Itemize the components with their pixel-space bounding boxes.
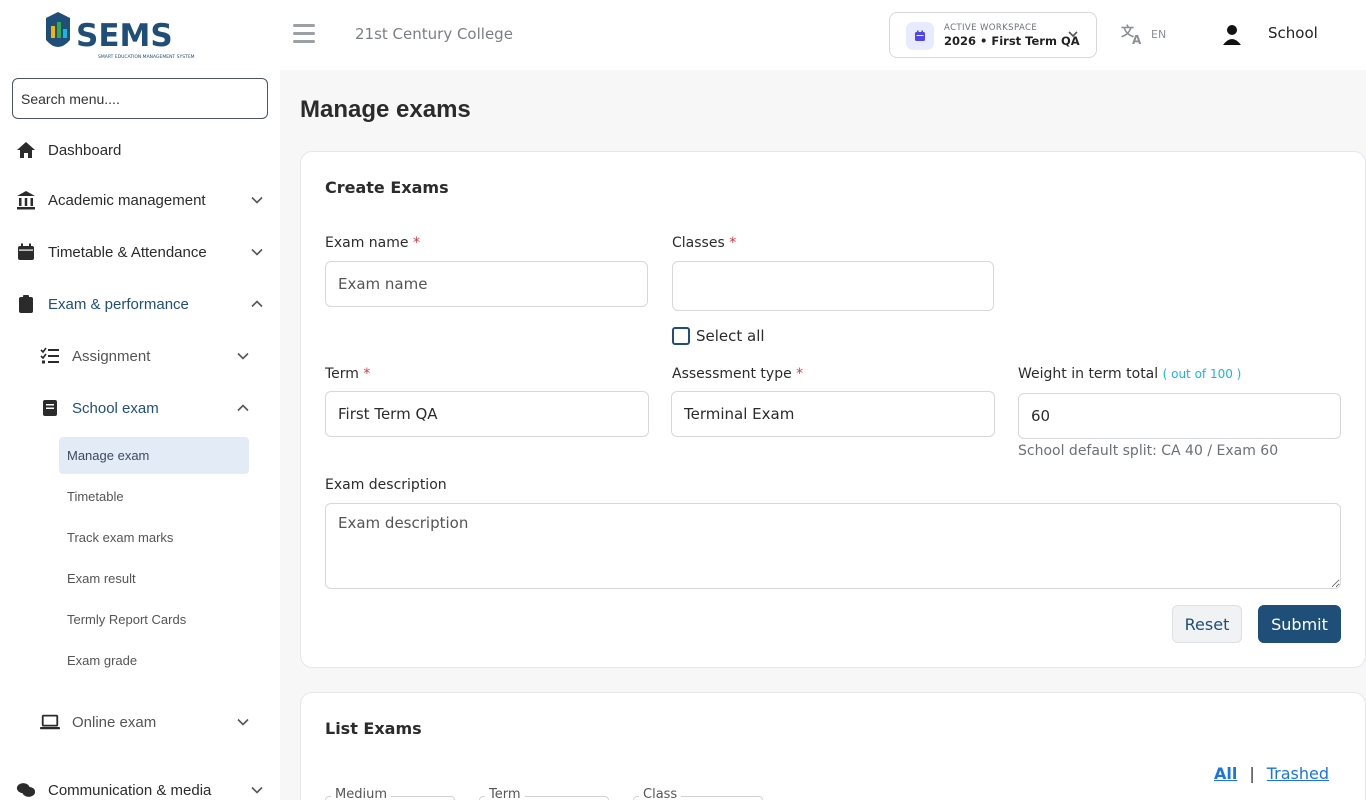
language-code: EN xyxy=(1151,27,1167,41)
chevron-down-icon xyxy=(237,352,249,360)
chevron-down-icon xyxy=(237,718,249,726)
sidebar-item-timetable-attendance[interactable]: Timetable & Attendance xyxy=(0,232,280,272)
laptop-icon xyxy=(40,712,60,732)
exam-description-textarea[interactable] xyxy=(325,503,1341,589)
menu-toggle-icon[interactable] xyxy=(293,24,315,46)
language-switcher[interactable]: 文 A EN xyxy=(1121,23,1166,45)
sidebar-item-dashboard[interactable]: Dashboard xyxy=(0,130,280,170)
calendar-icon xyxy=(16,242,36,262)
search-menu-input[interactable] xyxy=(12,78,268,119)
institution-icon xyxy=(16,190,36,210)
create-exams-title: Create Exams xyxy=(325,178,449,197)
menu-link-manage-exam[interactable]: Manage exam xyxy=(59,437,249,474)
sidebar-item-label: School exam xyxy=(72,399,159,417)
classes-select[interactable] xyxy=(672,261,994,311)
weight-input[interactable] xyxy=(1018,393,1341,439)
chevron-down-icon xyxy=(251,248,263,256)
select-all-checkbox[interactable] xyxy=(672,327,690,345)
menu-link-timetable[interactable]: Timetable xyxy=(59,478,249,515)
user-name[interactable]: School xyxy=(1268,24,1318,42)
checklist-icon xyxy=(40,346,60,366)
calendar-icon xyxy=(906,22,934,50)
exam-name-label: Exam name * xyxy=(325,235,420,251)
exam-name-input[interactable] xyxy=(325,261,648,307)
sidebar-item-label: Online exam xyxy=(72,713,157,731)
svg-text:SMART EDUCATION MANAGEMENT SYS: SMART EDUCATION MANAGEMENT SYSTEM xyxy=(98,54,195,60)
medium-filter-label: Medium xyxy=(331,787,391,800)
chevron-up-icon xyxy=(237,404,249,412)
default-split-note: School default split: CA 40 / Exam 60 xyxy=(1018,443,1279,459)
sidebar-item-label: Communication & media xyxy=(48,781,212,799)
menu-link-exam-result[interactable]: Exam result xyxy=(59,560,249,597)
chevron-down-icon xyxy=(1068,31,1078,38)
weight-label: Weight in term total ( out of 100 ) xyxy=(1018,366,1242,382)
menu-link-track-exam-marks[interactable]: Track exam marks xyxy=(59,519,249,556)
home-icon xyxy=(16,140,36,160)
class-filter-label: Class xyxy=(639,787,682,800)
workspace-value: 2026 • First Term QA xyxy=(944,34,1080,48)
chevron-down-icon xyxy=(251,196,263,204)
clipboard-icon xyxy=(16,294,36,314)
chevron-down-icon xyxy=(251,786,263,794)
exam-description-label: Exam description xyxy=(325,477,447,493)
svg-text:SEMS: SEMS xyxy=(76,18,173,54)
select-all-label[interactable]: Select all xyxy=(696,327,765,345)
term-select[interactable]: First Term QA xyxy=(325,391,649,437)
workspace-caption: ACTIVE WORKSPACE xyxy=(944,23,1038,33)
sems-logo[interactable]: SEMS SMART EDUCATION MANAGEMENT SYSTEM xyxy=(40,10,220,64)
term-label: Term * xyxy=(325,366,371,382)
sidebar-item-exam-performance[interactable]: Exam & performance xyxy=(0,284,280,324)
list-tabs: All | Trashed xyxy=(1214,764,1329,783)
svg-text:A: A xyxy=(1132,33,1142,45)
sidebar-item-communication-media[interactable]: Communication & media xyxy=(0,770,280,800)
workspace-selector[interactable]: ACTIVE WORKSPACE 2026 • First Term QA xyxy=(889,12,1097,58)
term-filter-label: Term xyxy=(485,787,525,800)
tab-all[interactable]: All xyxy=(1214,764,1237,783)
weight-hint: ( out of 100 ) xyxy=(1162,367,1242,381)
sidebar-item-label: Assignment xyxy=(72,347,151,365)
tab-separator: | xyxy=(1249,764,1255,783)
sidebar-item-label: Dashboard xyxy=(48,141,122,159)
menu-link-termly-report-cards[interactable]: Termly Report Cards xyxy=(59,601,249,638)
book-icon xyxy=(40,398,60,418)
assessment-type-label: Assessment type * xyxy=(672,366,804,382)
user-icon[interactable] xyxy=(1220,22,1244,46)
sidebar-item-label: Timetable & Attendance xyxy=(48,243,207,261)
page-title: Manage exams xyxy=(300,96,471,123)
chevron-up-icon xyxy=(251,300,263,308)
sidebar-item-online-exam[interactable]: Online exam xyxy=(0,702,280,742)
chat-icon xyxy=(16,780,36,800)
tab-trashed[interactable]: Trashed xyxy=(1267,764,1329,783)
translate-icon: 文 A xyxy=(1121,24,1142,45)
reset-button[interactable]: Reset xyxy=(1172,605,1242,643)
sidebar-item-school-exam[interactable]: School exam xyxy=(0,388,280,428)
top-header: SEMS SMART EDUCATION MANAGEMENT SYSTEM 2… xyxy=(0,0,1366,70)
sidebar: Dashboard Academic management Timetable … xyxy=(0,70,280,800)
classes-label: Classes * xyxy=(672,235,737,251)
sidebar-item-label: Academic management xyxy=(48,191,206,209)
sidebar-item-assignment[interactable]: Assignment xyxy=(0,336,280,376)
college-name: 21st Century College xyxy=(355,25,513,43)
list-exams-title: List Exams xyxy=(325,719,422,738)
submit-button[interactable]: Submit xyxy=(1258,605,1341,643)
sidebar-item-academic-management[interactable]: Academic management xyxy=(0,180,280,220)
sidebar-item-label: Exam & performance xyxy=(48,295,189,313)
menu-link-exam-grade[interactable]: Exam grade xyxy=(59,642,249,679)
assessment-type-select[interactable]: Terminal Exam xyxy=(671,391,995,437)
list-exams-card xyxy=(300,692,1366,800)
